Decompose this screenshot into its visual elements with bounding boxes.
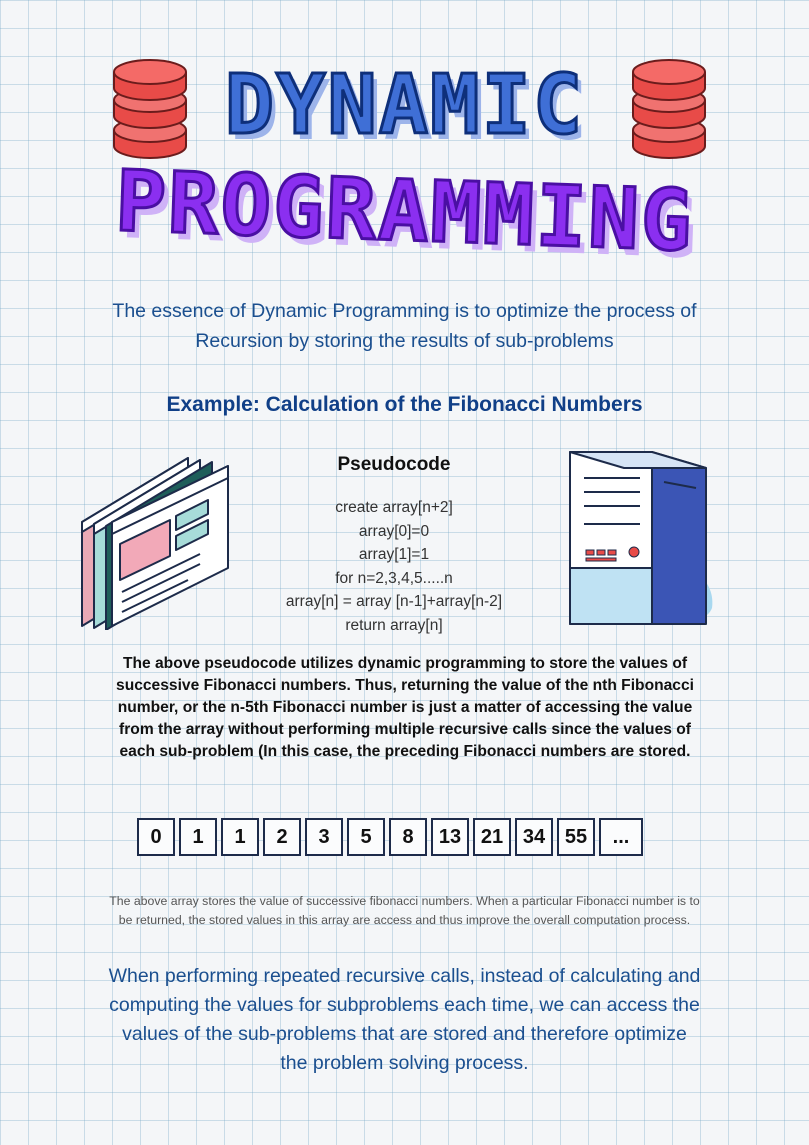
explanation-line: from the array without performing multip… <box>119 721 691 738</box>
explanation-line: The above pseudocode utilizes dynamic pr… <box>122 655 688 672</box>
conclusion-line: the problem solving process. <box>280 1052 529 1074</box>
conclusion-line: computing the values for subproblems eac… <box>109 994 700 1016</box>
code-line: return array[n] <box>345 616 443 634</box>
array-cell: 21 <box>473 818 511 856</box>
explanation-line: each sub-problem (In this case, the prec… <box>119 743 691 760</box>
intro-line: The essence of Dynamic Programming is to… <box>112 300 697 322</box>
array-cell: 8 <box>389 818 427 856</box>
code-line: create array[n+2] <box>335 499 453 516</box>
array-cell: ... <box>599 818 643 856</box>
explanation-line: number, or the n-5th Fibonacci number is… <box>117 699 693 716</box>
note-line: be returned, the stored values in this a… <box>118 913 691 927</box>
code-line: array[0]=0 <box>358 522 430 540</box>
array-cell: 1 <box>221 818 259 856</box>
code-line: array[1]=1 <box>358 546 430 563</box>
fibonacci-array: 0 1 1 2 3 5 8 13 21 34 55 ... <box>137 818 647 856</box>
intro-text: The essence of Dynamic Programming is to… <box>60 296 749 356</box>
conclusion-text: When performing repeated recursive calls… <box>60 962 749 1078</box>
example-heading: Example: Calculation of the Fibonacci Nu… <box>166 393 643 416</box>
array-cell: 55 <box>557 818 595 856</box>
pseudocode-heading: Pseudocode <box>337 454 451 475</box>
conclusion-line: When performing repeated recursive calls… <box>108 965 701 987</box>
array-cell: 13 <box>431 818 469 856</box>
array-cell: 2 <box>263 818 301 856</box>
code-line: array[n] = array [n-1]+array[n-2] <box>285 593 503 610</box>
explanation-paragraph: The above pseudocode utilizes dynamic pr… <box>76 653 734 763</box>
conclusion-line: values of the sub-problems that are stor… <box>122 1023 687 1045</box>
code-line: for n=2,3,4,5.....n <box>335 569 453 587</box>
title-line-1: DYNAMIC <box>223 57 585 155</box>
array-cell: 34 <box>515 818 553 856</box>
pseudocode-block: create array[n+2] array[0]=0 array[1]=1 … <box>244 496 544 637</box>
array-note: The above array stores the value of succ… <box>60 892 749 930</box>
browser-windows-icon <box>81 457 229 630</box>
array-cell: 3 <box>305 818 343 856</box>
note-line: The above array stores the value of succ… <box>109 894 700 908</box>
array-cell: 1 <box>179 818 217 856</box>
explanation-line: successive Fibonacci numbers. Thus, retu… <box>116 677 694 694</box>
title-line-2: PROGRAMMING <box>112 150 696 271</box>
server-tower-icon <box>569 451 713 625</box>
intro-line: Recursion by storing the results of sub-… <box>195 330 614 352</box>
array-cell: 5 <box>347 818 385 856</box>
array-cell: 0 <box>137 818 175 856</box>
